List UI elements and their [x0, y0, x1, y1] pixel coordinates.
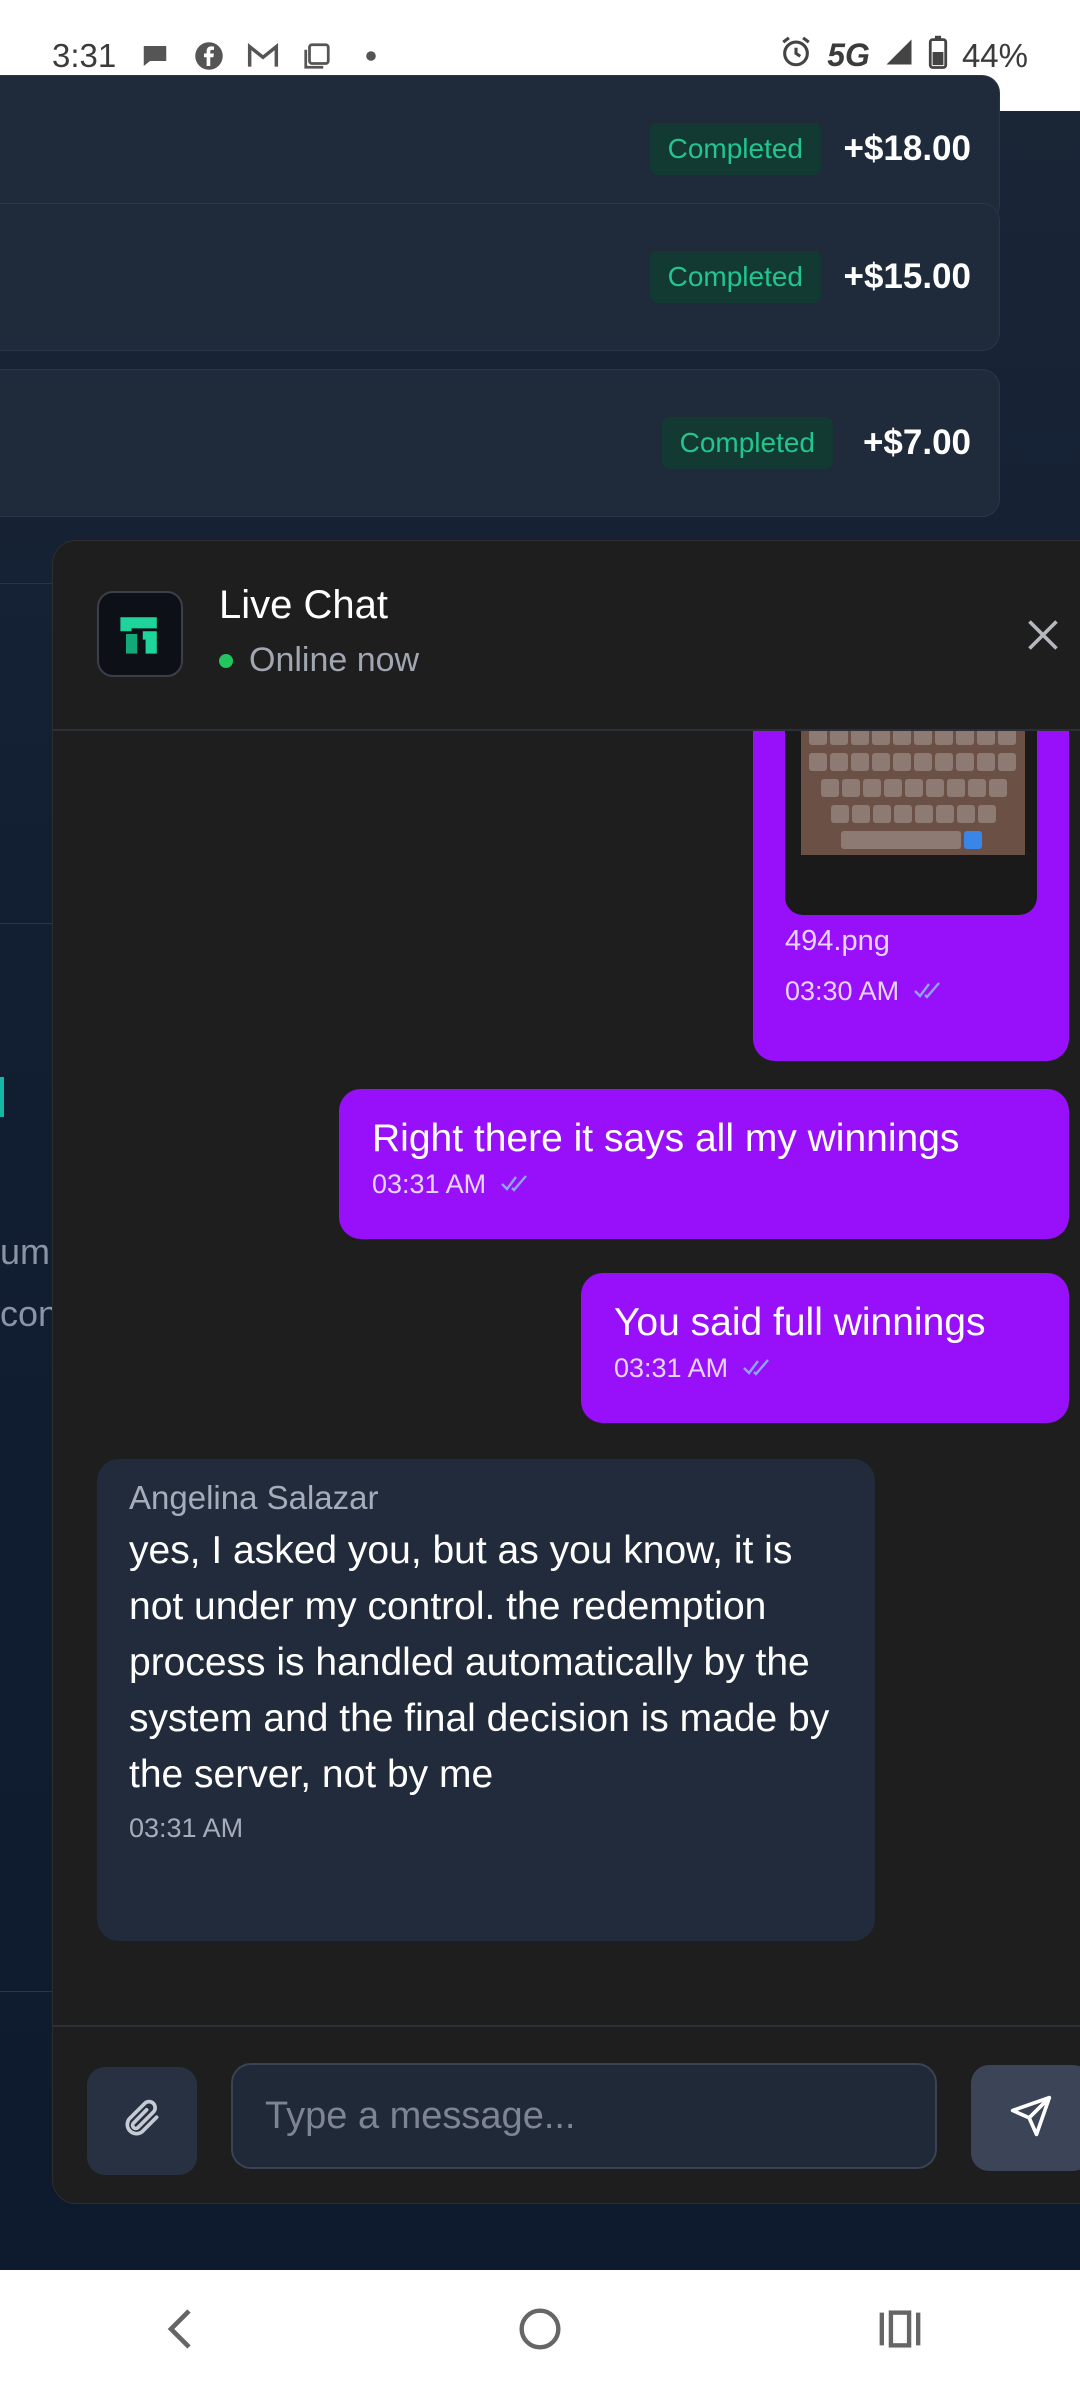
- message-time: 03:30 AM: [785, 976, 945, 1007]
- brand-logo: [97, 591, 183, 677]
- status-right: 5G 44%: [779, 35, 1028, 77]
- double-check-icon: [500, 1169, 532, 1200]
- system-nav-bar: [0, 2270, 1080, 2388]
- notification-dot-icon: [354, 39, 388, 73]
- message-time: 03:31 AM: [129, 1813, 843, 1844]
- incoming-message[interactable]: Angelina Salazar yes, I asked you, but a…: [97, 1459, 875, 1941]
- online-status: Online now: [219, 641, 419, 680]
- message-text: You said full winnings: [614, 1301, 986, 1344]
- status-badge: Completed: [661, 417, 833, 469]
- transaction-card[interactable]: Completed +$7.00: [0, 369, 1000, 517]
- keyboard-screenshot: [801, 731, 1025, 855]
- divider: [0, 1991, 60, 1992]
- message-list[interactable]: 494.png 03:30 AM Right there it says all…: [53, 731, 1080, 2021]
- online-dot-icon: [219, 653, 233, 668]
- image-attachment[interactable]: [785, 731, 1037, 915]
- transaction-amount: +$7.00: [862, 423, 971, 462]
- send-icon: [1009, 2094, 1053, 2143]
- status-badge: Completed: [649, 251, 821, 303]
- chat-title: Live Chat: [219, 583, 388, 627]
- double-check-icon: [913, 976, 945, 1007]
- copy-icon: [300, 39, 334, 73]
- divider: [0, 583, 60, 584]
- background-text: con: [0, 1293, 59, 1334]
- message-time-text: 03:31 AM: [129, 1813, 244, 1843]
- recents-icon[interactable]: [860, 2289, 940, 2369]
- transaction-card[interactable]: Completed +$15.00: [0, 203, 1000, 351]
- network-type: 5G: [827, 37, 870, 73]
- double-check-icon: [742, 1353, 774, 1384]
- background-text: um: [0, 1231, 51, 1272]
- message-input[interactable]: [231, 2063, 937, 2169]
- back-icon[interactable]: [140, 2289, 220, 2369]
- send-button[interactable]: [971, 2065, 1080, 2171]
- online-status-text: Online now: [249, 641, 420, 679]
- message-composer: [53, 2025, 1080, 2203]
- image-message[interactable]: 494.png 03:30 AM: [753, 731, 1069, 1061]
- status-badge: Completed: [649, 123, 821, 175]
- home-icon[interactable]: [500, 2289, 580, 2369]
- message-time-text: 03:31 AM: [614, 1353, 729, 1383]
- transaction-card[interactable]: Completed +$18.00: [0, 75, 1000, 223]
- attach-button[interactable]: [87, 2067, 197, 2175]
- attachment-filename: 494.png: [785, 925, 890, 957]
- transaction-amount: +$18.00: [843, 129, 972, 168]
- status-time: 3:31: [52, 36, 117, 74]
- alarm-icon: [779, 35, 813, 77]
- accent-line: [0, 1077, 4, 1117]
- message-time-text: 03:30 AM: [785, 976, 900, 1006]
- paperclip-icon: [120, 2097, 164, 2146]
- gmail-icon: [246, 39, 280, 73]
- sender-name: Angelina Salazar: [129, 1479, 379, 1516]
- message-text: Right there it says all my winnings: [372, 1117, 960, 1160]
- message-time: 03:31 AM: [372, 1169, 1036, 1200]
- transaction-amount: +$15.00: [843, 257, 972, 296]
- facebook-icon: [192, 39, 226, 73]
- message-text: yes, I asked you, but as you know, it is…: [129, 1529, 830, 1796]
- live-chat-panel: Live Chat Online now 494.png 03:30 AM Ri…: [52, 540, 1080, 2204]
- message-icon: [138, 39, 172, 73]
- outgoing-message[interactable]: You said full winnings 03:31 AM: [581, 1273, 1069, 1423]
- close-icon[interactable]: [1019, 611, 1067, 659]
- divider: [0, 923, 60, 924]
- outgoing-message[interactable]: Right there it says all my winnings 03:3…: [339, 1089, 1069, 1239]
- signal-icon: [884, 37, 914, 75]
- message-time-text: 03:31 AM: [372, 1169, 487, 1199]
- chat-header: Live Chat Online now: [53, 541, 1080, 731]
- message-time: 03:31 AM: [614, 1353, 1036, 1384]
- battery-percent: 44%: [961, 36, 1028, 74]
- battery-icon: [928, 35, 948, 77]
